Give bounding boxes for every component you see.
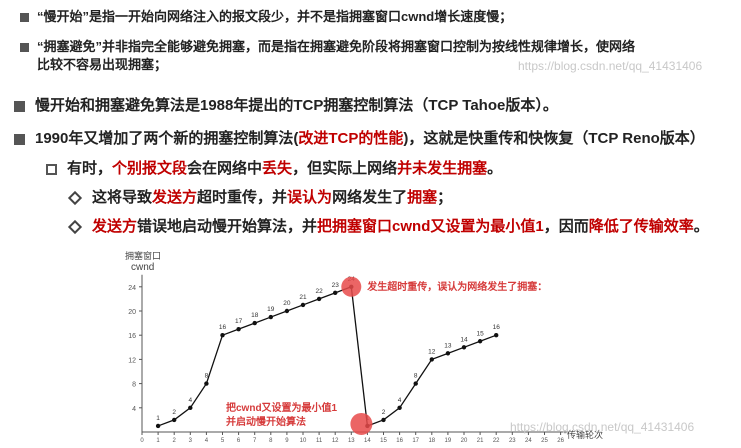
cwnd-data-label: 16 [219, 324, 227, 331]
cwnd-data-point [316, 296, 322, 302]
x-tick-label: 2 [173, 438, 177, 444]
x-tick-label: 21 [477, 438, 484, 444]
cwnd-data-label: 19 [267, 306, 275, 313]
cwnd-data-point [252, 320, 257, 326]
cwnd-data-label: 23 [332, 282, 340, 289]
y-tick-label: 20 [128, 309, 136, 316]
cwnd-data-point [188, 405, 193, 410]
cwnd-data-point [284, 308, 290, 314]
cwnd-data-point [220, 333, 225, 338]
cwnd-data-label: 22 [315, 288, 323, 295]
cwnd-data-label: 4 [398, 397, 402, 404]
cwnd-data-point [300, 302, 306, 308]
x-tick-label: 16 [396, 438, 403, 444]
x-tick-label: 14 [364, 438, 371, 444]
x-tick-label: 3 [189, 438, 193, 444]
cwnd-data-point [429, 357, 434, 362]
cwnd-data-label: 15 [476, 330, 484, 337]
cwnd-data-point [477, 339, 483, 344]
x-tick-label: 22 [493, 438, 500, 444]
x-tick-label: 7 [253, 438, 257, 444]
x-tick-label: 0 [140, 438, 144, 444]
y-tick-label: 4 [132, 406, 136, 413]
y-tick-label: 12 [128, 357, 136, 364]
cwnd-data-label: 1 [156, 415, 160, 422]
cwnd-data-point [461, 345, 467, 350]
cwnd-data-label: 4 [188, 397, 192, 404]
cwnd-data-point [494, 333, 499, 338]
cwnd-chart: 拥塞窗口 cwnd 传输轮次 48121620240 1 2 3 4 5 6 7 8 9 10 11 1… [125, 250, 603, 444]
cwnd-data-point [445, 351, 451, 356]
y-tick-label: 16 [128, 333, 136, 340]
x-tick-label: 6 [237, 438, 241, 444]
reset-highlight [350, 412, 373, 435]
y-tick-label: 24 [128, 285, 136, 292]
cwnd-data-label: 2 [382, 409, 386, 416]
timeout-annotation: 发生超时重传，误认为网络发生了拥塞： [366, 280, 547, 293]
cwnd-data-point [236, 326, 241, 332]
cwnd-data-label: 21 [299, 294, 307, 301]
chart-ylabel: cwnd [131, 262, 154, 273]
cwnd-data-label: 16 [493, 324, 501, 331]
reset-annotation-line2: 并启动慢开始算法 [226, 415, 306, 428]
cwnd-data-label: 20 [283, 300, 291, 307]
x-tick-label: 9 [285, 438, 289, 444]
x-tick-label: 17 [412, 438, 419, 444]
cwnd-data-point [333, 290, 338, 296]
chart-ylabel-top: 拥塞窗口 [125, 250, 161, 261]
x-tick-label: 20 [461, 438, 468, 444]
x-tick-label: 26 [557, 438, 564, 444]
cwnd-data-label: 18 [251, 312, 259, 319]
x-tick-label: 19 [445, 438, 452, 444]
y-tick-label: 8 [132, 382, 136, 389]
cwnd-data-label: 2 [172, 409, 176, 416]
x-tick-label: 10 [300, 438, 307, 444]
cwnd-data-point [397, 405, 402, 410]
reset-annotation-line1: 把cwnd又设置为最小值1 [226, 401, 338, 414]
x-tick-label: 23 [509, 438, 516, 444]
x-tick-label: 8 [269, 438, 273, 444]
cwnd-data-label: 12 [428, 348, 436, 355]
x-tick-label: 1 [156, 438, 160, 444]
watermark-bottom: https://blog.csdn.net/qq_41431406 [510, 420, 695, 434]
x-tick-label: 5 [221, 438, 225, 444]
cwnd-data-point [381, 417, 386, 423]
cwnd-data-point [268, 314, 273, 320]
timeout-highlight [341, 276, 362, 297]
cwnd-data-label: 17 [235, 318, 243, 325]
cwnd-data-label: 13 [444, 342, 452, 349]
cwnd-data-point [413, 381, 418, 386]
cwnd-data-point [155, 423, 161, 429]
cwnd-data-point [204, 381, 209, 386]
cwnd-data-label: 14 [460, 336, 468, 343]
x-tick-label: 18 [428, 438, 435, 444]
x-tick-label: 4 [205, 438, 209, 444]
x-tick-label: 24 [525, 438, 532, 444]
cwnd-data-point [172, 417, 177, 423]
cwnd-data-label: 8 [414, 373, 418, 380]
x-tick-label: 15 [380, 438, 387, 444]
x-tick-label: 11 [316, 438, 323, 444]
cwnd-data-label: 8 [205, 373, 209, 380]
x-tick-label: 13 [348, 438, 355, 444]
x-tick-label: 25 [541, 438, 548, 444]
x-tick-label: 12 [332, 438, 339, 444]
